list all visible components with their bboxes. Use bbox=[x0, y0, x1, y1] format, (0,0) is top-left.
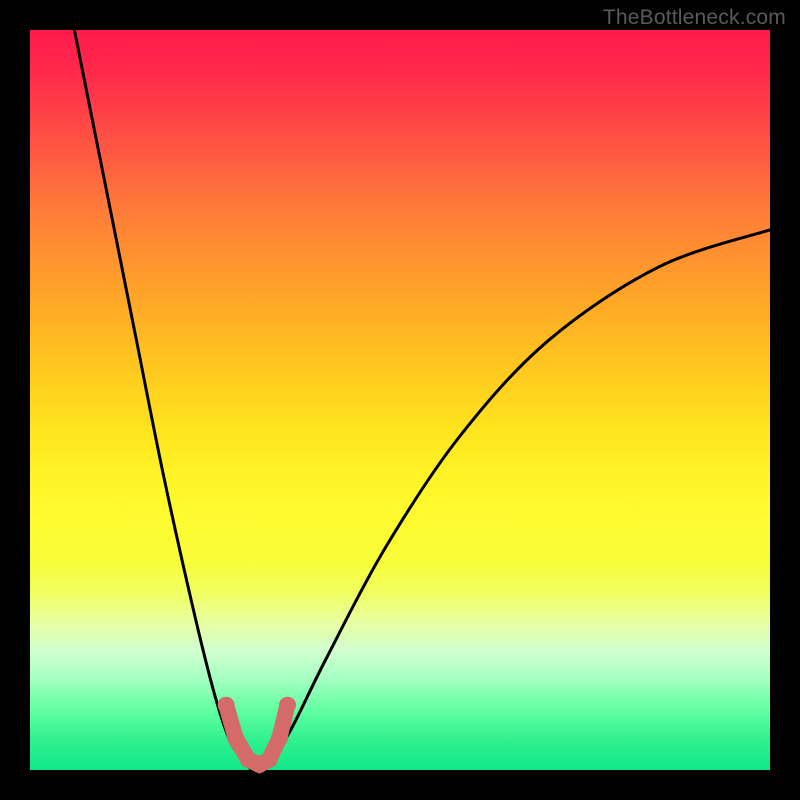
chart-svg bbox=[30, 30, 770, 770]
chart-frame: TheBottleneck.com bbox=[0, 0, 800, 800]
curve-left bbox=[74, 30, 252, 770]
curve-right bbox=[252, 230, 770, 770]
watermark-text: TheBottleneck.com bbox=[603, 6, 786, 30]
